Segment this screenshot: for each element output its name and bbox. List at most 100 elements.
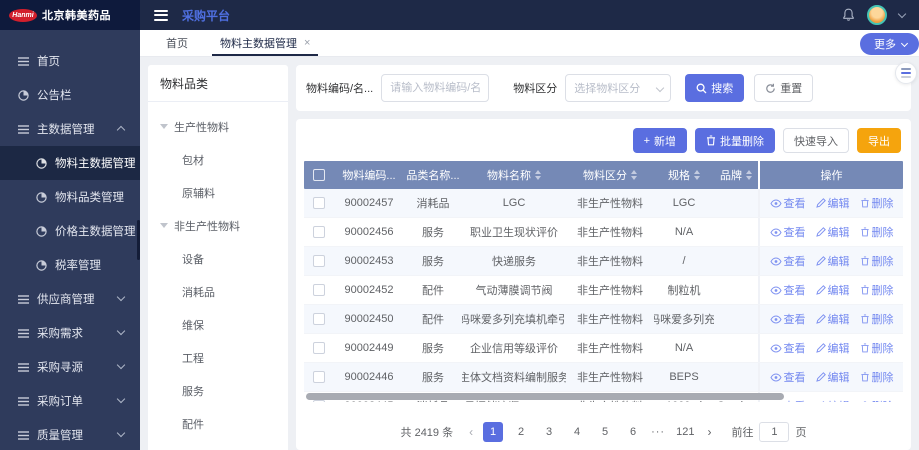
edit-link[interactable]: 编辑	[816, 398, 850, 402]
sidebar-item-供应商管理[interactable]: 供应商管理	[0, 282, 140, 316]
sort-desc-icon[interactable]	[694, 176, 700, 180]
edit-link[interactable]: 编辑	[815, 282, 850, 298]
close-icon[interactable]: ×	[304, 37, 310, 49]
sort-asc-icon[interactable]	[631, 170, 637, 174]
notification-bell-icon[interactable]	[842, 8, 855, 22]
prev-page-icon[interactable]: ‹	[467, 425, 475, 439]
sidebar-subitem-物料品类管理[interactable]: 物料品类管理	[0, 180, 140, 214]
view-link[interactable]: 查看	[769, 340, 806, 356]
tree-leaf-工程[interactable]: 工程	[148, 341, 288, 374]
page-button-5[interactable]: 5	[595, 422, 615, 442]
hamburger-menu-icon[interactable]	[154, 7, 168, 23]
sort-icons[interactable]	[746, 170, 752, 180]
material-code-input[interactable]	[381, 74, 490, 102]
sort-desc-icon[interactable]	[631, 176, 637, 180]
sort-desc-icon[interactable]	[535, 176, 541, 180]
sort-icons[interactable]	[694, 170, 700, 180]
tree-leaf-原辅料[interactable]: 原辅料	[148, 176, 288, 209]
sidebar-subitem-税率管理[interactable]: 税率管理	[0, 248, 140, 282]
edit-link[interactable]: 编辑	[815, 340, 850, 356]
delete-link[interactable]: 删除	[860, 311, 894, 327]
sidebar-item-采购需求[interactable]: 采购需求	[0, 316, 140, 350]
horizontal-scrollbar[interactable]	[306, 393, 784, 400]
edit-link[interactable]: 编辑	[815, 311, 850, 327]
row-checkbox[interactable]	[313, 371, 325, 383]
edit-link[interactable]: 编辑	[815, 224, 850, 240]
sort-desc-icon[interactable]	[746, 176, 752, 180]
material-type-select[interactable]: 选择物料区分	[565, 74, 672, 102]
tree-leaf-维保[interactable]: 维保	[148, 308, 288, 341]
tree-group-非生产性物料[interactable]: 非生产性物料	[148, 209, 288, 242]
search-button[interactable]: 搜索	[685, 74, 745, 102]
tree-group-生产性物料[interactable]: 生产性物料	[148, 110, 288, 143]
view-link[interactable]: 查看	[769, 311, 806, 327]
page-button-2[interactable]: 2	[511, 422, 531, 442]
page-button-6[interactable]: 6	[623, 422, 643, 442]
export-button[interactable]: 导出	[857, 128, 901, 153]
sidebar-item-首页[interactable]: 首页	[0, 44, 140, 78]
view-link[interactable]: 查看	[769, 224, 806, 240]
select-all-checkbox[interactable]	[313, 169, 325, 181]
sidebar-item-公告栏[interactable]: 公告栏	[0, 78, 140, 112]
delete-link[interactable]: 删除	[860, 369, 894, 385]
view-link[interactable]: 查看	[769, 282, 806, 298]
quick-import-button[interactable]: 快速导入	[783, 128, 849, 153]
row-checkbox[interactable]	[313, 284, 325, 296]
row-checkbox[interactable]	[313, 226, 325, 238]
batch-delete-button[interactable]: 批量删除	[695, 128, 775, 153]
sidebar-item-采购寻源[interactable]: 采购寻源	[0, 350, 140, 384]
goto-page-input[interactable]	[759, 422, 790, 442]
tree-leaf-服务[interactable]: 服务	[148, 374, 288, 407]
delete-link[interactable]: 删除	[860, 253, 894, 269]
row-checkbox[interactable]	[313, 197, 325, 209]
delete-link[interactable]: 删除	[860, 195, 894, 211]
user-menu-chevron-down-icon[interactable]	[897, 9, 907, 18]
next-page-icon[interactable]: ›	[705, 425, 713, 439]
row-checkbox[interactable]	[313, 255, 325, 267]
sidebar-item-主数据管理[interactable]: 主数据管理	[0, 112, 140, 146]
edit-link[interactable]: 编辑	[815, 195, 850, 211]
sidebar-subitem-物料主数据管理[interactable]: 物料主数据管理	[0, 146, 140, 180]
reset-button[interactable]: 重置	[754, 74, 814, 102]
column-settings-icon[interactable]	[895, 62, 917, 84]
sidebar-item-质量管理[interactable]: 质量管理	[0, 418, 140, 450]
tree-leaf-消耗品[interactable]: 消耗品	[148, 275, 288, 308]
row-checkbox[interactable]	[313, 342, 325, 354]
sort-icons[interactable]	[535, 170, 541, 180]
edit-link[interactable]: 编辑	[815, 253, 850, 269]
delete-link[interactable]: 删除	[860, 224, 894, 240]
sidebar-scrollbar[interactable]	[137, 220, 140, 260]
more-button[interactable]: 更多	[860, 33, 919, 55]
tree-leaf-配件[interactable]: 配件	[148, 407, 288, 440]
sidebar-item-采购订单[interactable]: 采购订单	[0, 384, 140, 418]
column-header-品牌[interactable]: 品牌	[714, 161, 758, 189]
column-header-物料区分[interactable]: 物料区分	[566, 161, 654, 189]
sort-asc-icon[interactable]	[694, 170, 700, 174]
row-checkbox[interactable]	[313, 400, 325, 402]
edit-link[interactable]: 编辑	[815, 369, 850, 385]
sort-icons[interactable]	[631, 170, 637, 180]
delete-link[interactable]: 删除	[860, 282, 894, 298]
pages-ellipsis[interactable]: ···	[651, 426, 665, 438]
user-avatar[interactable]	[867, 5, 887, 25]
page-button-1[interactable]: 1	[483, 422, 504, 442]
column-header-规格[interactable]: 规格	[654, 161, 714, 189]
app-title[interactable]: 采购平台	[182, 7, 230, 24]
add-button[interactable]: + 新增	[632, 128, 687, 153]
row-checkbox[interactable]	[313, 313, 325, 325]
view-link[interactable]: 查看	[769, 195, 806, 211]
tree-leaf-包材[interactable]: 包材	[148, 143, 288, 176]
page-button-3[interactable]: 3	[539, 422, 559, 442]
sort-asc-icon[interactable]	[535, 170, 541, 174]
tab-物料主数据管理[interactable]: 物料主数据管理 ×	[204, 30, 326, 56]
column-header-物料名称[interactable]: 物料名称	[462, 161, 566, 189]
tree-leaf-设备[interactable]: 设备	[148, 242, 288, 275]
tab-首页[interactable]: 首页	[150, 30, 204, 56]
delete-link[interactable]: 删除	[860, 340, 894, 356]
delete-link[interactable]: 删除	[860, 398, 894, 402]
view-link[interactable]: 查看	[769, 253, 806, 269]
sort-asc-icon[interactable]	[746, 170, 752, 174]
view-link[interactable]: 查看	[769, 369, 806, 385]
page-button-4[interactable]: 4	[567, 422, 587, 442]
sidebar-subitem-价格主数据管理[interactable]: 价格主数据管理	[0, 214, 140, 248]
